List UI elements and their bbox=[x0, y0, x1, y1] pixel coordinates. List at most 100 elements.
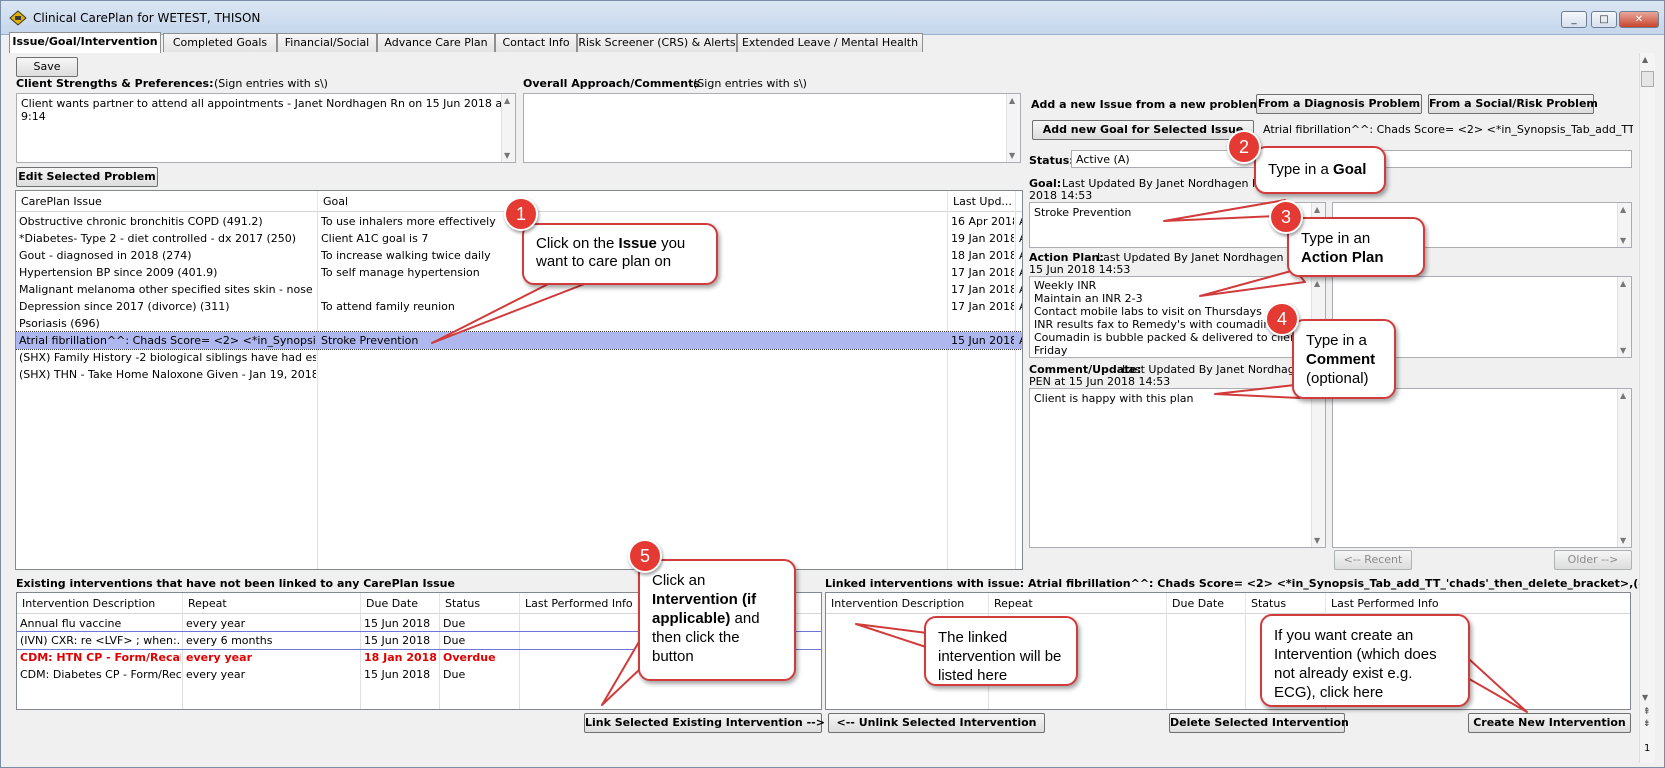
comment-scrollbar[interactable]: ▲▼ bbox=[1311, 389, 1325, 547]
tab-extended-leave[interactable]: Extended Leave / Mental Health bbox=[737, 33, 923, 52]
create-intervention-button[interactable]: Create New Intervention bbox=[1468, 713, 1631, 733]
col-status[interactable]: .. bbox=[1016, 191, 1022, 212]
action-history-scrollbar[interactable]: ▲ ▼ bbox=[1617, 277, 1631, 357]
goal-meta-date: 2018 14:53 bbox=[1029, 189, 1093, 202]
col-repeat[interactable]: Repeat bbox=[989, 593, 1167, 614]
strengths-scrollbar[interactable]: ▲ ▼ bbox=[501, 94, 515, 162]
table-row[interactable]: Psoriasis (696) bbox=[16, 315, 1022, 332]
table-row[interactable]: *Diabetes- Type 2 - diet controlled - dx… bbox=[16, 230, 1022, 247]
last-updated-cell bbox=[948, 315, 1014, 332]
goal-cell bbox=[318, 315, 946, 332]
page-scrollbar[interactable]: ▲ ▼ ⇞ ⇟ 1 bbox=[1639, 53, 1655, 763]
minimize-button[interactable]: _ bbox=[1561, 11, 1587, 28]
add-goal-button[interactable]: Add new Goal for Selected Issue bbox=[1032, 120, 1254, 140]
col-intervention-description[interactable]: Intervention Description bbox=[826, 593, 989, 614]
goal-cell: To attend family reunion bbox=[321, 300, 455, 313]
delete-intervention-button[interactable]: Delete Selected Intervention bbox=[1169, 713, 1349, 733]
maximize-button[interactable]: □ bbox=[1591, 11, 1617, 28]
callout-2: Type in a Goal bbox=[1254, 146, 1386, 194]
status-cell: Due bbox=[443, 634, 466, 647]
callout-2-pre: Type in a bbox=[1268, 161, 1334, 178]
col-due-date[interactable]: Due Date bbox=[361, 593, 440, 614]
callout-5-pre: Click an bbox=[652, 572, 706, 589]
add-issue-label: Add a new Issue from a new problem: bbox=[1031, 98, 1266, 111]
comment-history-scrollbar[interactable]: ▲ ▼ bbox=[1617, 389, 1631, 547]
table-row[interactable]: (SHX) Family History -2 biological sibli… bbox=[16, 349, 1022, 366]
tab-contact-info[interactable]: Contact Info bbox=[495, 33, 577, 52]
tab-advance-care-plan[interactable]: Advance Care Plan bbox=[377, 33, 495, 52]
col-repeat[interactable]: Repeat bbox=[183, 593, 361, 614]
issue-cell: Gout - diagnosed in 2018 (274) bbox=[19, 249, 192, 262]
goal-meta: Last Updated By Janet Nordhagen Rn bbox=[1062, 177, 1267, 190]
save-button[interactable]: Save bbox=[16, 57, 78, 77]
approach-textarea[interactable]: ▲ ▼ bbox=[523, 93, 1021, 163]
col-intervention-description[interactable]: Intervention Description bbox=[17, 593, 183, 614]
tab-financial-social[interactable]: Financial/Social bbox=[277, 33, 377, 52]
approach-text bbox=[524, 94, 1020, 100]
comment-history-box: ▲ ▼ bbox=[1332, 388, 1632, 548]
status-value: Active (A) bbox=[1076, 153, 1130, 166]
callout-2-bold: Goal bbox=[1333, 161, 1367, 178]
tab-issue-goal-intervention[interactable]: Issue/Goal/Intervention bbox=[9, 32, 161, 53]
issue-cell: Atrial fibrillation^^: Chads Score= <2> … bbox=[19, 334, 316, 347]
due-date-cell: 15 Jun 2018 bbox=[364, 617, 431, 630]
action-plan-line: Weekly INR bbox=[1034, 279, 1097, 292]
intervention-description-cell: CDM: Diabetes CP - Form/Recall bbox=[20, 668, 181, 681]
scroll-bottom-icon[interactable]: ⇟ bbox=[1643, 719, 1651, 729]
strengths-textarea[interactable]: Client wants partner to attend all appoi… bbox=[16, 93, 516, 163]
scroll-thumb[interactable] bbox=[1641, 71, 1654, 87]
table-row[interactable]: Depression since 2017 (divorce) (311) To … bbox=[16, 298, 1022, 315]
col-last-updated[interactable]: Last Upd... bbox=[948, 191, 1016, 212]
approach-label: Overall Approach/Comments bbox=[523, 77, 700, 90]
issue-cell: (SHX) THN - Take Home Naloxone Given - J… bbox=[19, 368, 316, 381]
scroll-top-icon[interactable]: ⇞ bbox=[1643, 707, 1651, 717]
tab-risk-screener[interactable]: Risk Screener (CRS) & Alerts bbox=[577, 33, 737, 52]
col-goal[interactable]: Goal bbox=[318, 191, 948, 212]
goal-history-scrollbar[interactable]: ▲ ▼ bbox=[1617, 203, 1631, 247]
last-updated-cell: 16 Apr 2018 bbox=[951, 215, 1014, 228]
col-last-performed[interactable]: Last Performed Info bbox=[1326, 593, 1630, 614]
callout-3: Type in an Action Plan bbox=[1287, 217, 1425, 277]
scroll-down-icon[interactable]: ▼ bbox=[1642, 693, 1648, 702]
window-title: Clinical CarePlan for WETEST, THISON bbox=[33, 11, 261, 25]
table-row[interactable]: Hypertension BP since 2009 (401.9) To sel… bbox=[16, 264, 1022, 281]
step-4-badge: 4 bbox=[1265, 302, 1299, 336]
callout-3-pre: Type in an bbox=[1301, 230, 1371, 247]
action-plan-line: Friday bbox=[1034, 344, 1068, 357]
step-1-badge: 1 bbox=[504, 197, 538, 231]
unlink-intervention-button[interactable]: <-- Unlink Selected Intervention bbox=[828, 713, 1045, 733]
due-date-cell: 15 Jun 2018 bbox=[364, 668, 431, 681]
issue-cell: Hypertension BP since 2009 (401.9) bbox=[19, 266, 218, 279]
comment-meta-date: PEN at 15 Jun 2018 14:53 bbox=[1029, 375, 1171, 388]
status-cell: A bbox=[1016, 247, 1022, 264]
comment-textarea[interactable]: Client is happy with this plan ▲▼ bbox=[1029, 388, 1326, 548]
col-divider bbox=[1166, 614, 1167, 709]
tab-completed-goals[interactable]: Completed Goals bbox=[163, 33, 277, 52]
from-social-risk-button[interactable]: From a Social/Risk Problem bbox=[1428, 94, 1598, 114]
table-row[interactable]: (SHX) THN - Take Home Naloxone Given - J… bbox=[16, 366, 1022, 383]
col-due-date[interactable]: Due Date bbox=[1167, 593, 1246, 614]
scroll-up-icon[interactable]: ▲ bbox=[1642, 55, 1648, 64]
close-button[interactable]: ✕ bbox=[1619, 11, 1659, 28]
col-status[interactable]: Status bbox=[1246, 593, 1326, 614]
col-status[interactable]: Status bbox=[440, 593, 520, 614]
last-updated-cell: 15 Jun 2018 bbox=[951, 334, 1014, 347]
col-careplan-issue[interactable]: CarePlan Issue bbox=[16, 191, 318, 212]
link-intervention-button[interactable]: Link Selected Existing Intervention --> bbox=[584, 713, 825, 733]
callout-1-pre: Click on the bbox=[536, 235, 619, 252]
from-diagnosis-button[interactable]: From a Diagnosis Problem bbox=[1256, 94, 1422, 114]
table-row[interactable]: Malignant melanoma other specified sites… bbox=[16, 281, 1022, 298]
approach-scrollbar[interactable]: ▲ ▼ bbox=[1006, 94, 1020, 162]
table-row[interactable]: Atrial fibrillation^^: Chads Score= <2> … bbox=[16, 331, 1022, 350]
older-button[interactable]: Older --> bbox=[1554, 550, 1632, 570]
table-row[interactable]: Gout - diagnosed in 2018 (274) To increas… bbox=[16, 247, 1022, 264]
status-cell: A bbox=[1016, 298, 1022, 315]
edit-problem-button[interactable]: Edit Selected Problem bbox=[16, 167, 158, 187]
status-cell: A bbox=[1016, 281, 1022, 298]
due-date-cell: 18 Jan 2018 bbox=[364, 651, 437, 664]
strengths-hint: (Sign entries with s\) bbox=[214, 77, 328, 90]
status-cell: Due bbox=[443, 617, 466, 630]
app-icon bbox=[9, 10, 27, 26]
goal-cell bbox=[318, 366, 946, 383]
recent-button[interactable]: <-- Recent bbox=[1334, 550, 1412, 570]
